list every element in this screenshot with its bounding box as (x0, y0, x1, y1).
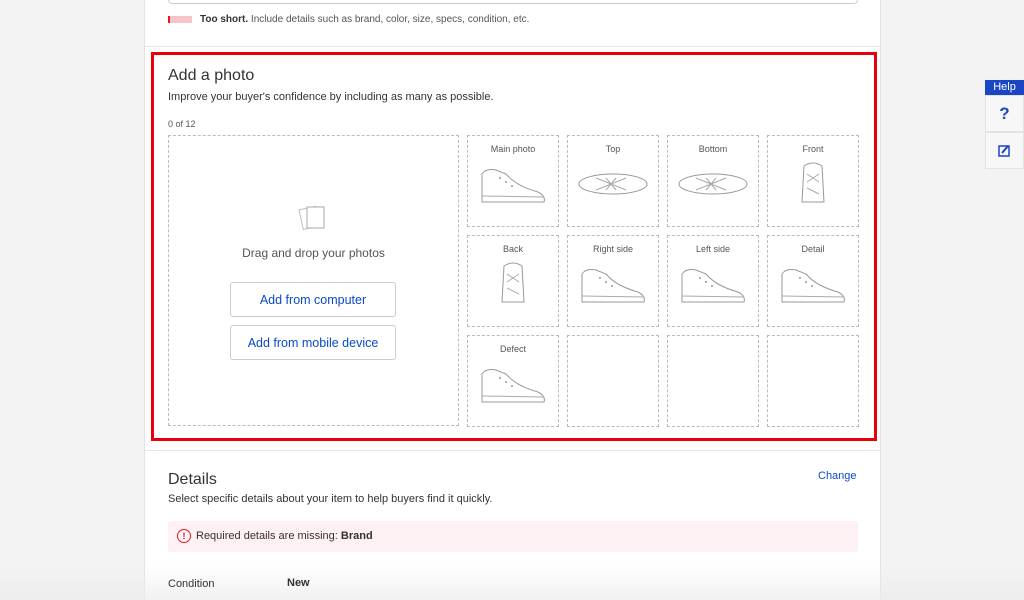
shoe-icon (476, 360, 550, 408)
divider (144, 46, 881, 47)
photo-count: 0 of 12 (168, 119, 196, 129)
photo-slot-label: Bottom (668, 144, 758, 154)
shoe-icon (676, 260, 750, 308)
condition-label: Condition (168, 578, 214, 590)
shoe-icon (676, 160, 750, 208)
drag-drop-text: Drag and drop your photos (168, 246, 459, 260)
photo-section-subtitle: Improve your buyer's confidence by inclu… (168, 91, 494, 103)
bottom-fade (0, 565, 1024, 600)
photo-slot[interactable]: Front (767, 135, 859, 227)
photo-slot-label: Left side (668, 244, 758, 254)
shoe-icon (776, 160, 850, 208)
photo-slot[interactable] (667, 335, 759, 427)
photo-slot[interactable]: Top (567, 135, 659, 227)
shoe-icon (476, 160, 550, 208)
photos-icon (298, 202, 328, 232)
photo-slot[interactable]: Bottom (667, 135, 759, 227)
photo-slot[interactable] (567, 335, 659, 427)
photo-section-title: Add a photo (168, 67, 254, 85)
photo-slot[interactable]: Detail (767, 235, 859, 327)
help-label[interactable]: Help (985, 80, 1024, 95)
photo-slot-label: Back (468, 244, 558, 254)
condition-value[interactable]: New (287, 577, 310, 589)
photo-slot-label: Detail (768, 244, 858, 254)
photo-slot-label: Front (768, 144, 858, 154)
photo-dropzone[interactable] (168, 135, 459, 426)
add-from-mobile-button[interactable]: Add from mobile device (230, 325, 396, 360)
change-link[interactable]: Change (818, 470, 857, 482)
photo-slot-label: Top (568, 144, 658, 154)
alert-icon: ! (177, 529, 191, 543)
details-subtitle: Select specific details about your item … (168, 493, 492, 505)
photo-slot[interactable]: Right side (567, 235, 659, 327)
photo-slot-label: Main photo (468, 144, 558, 154)
feedback-button[interactable] (985, 132, 1024, 169)
shoe-icon (776, 260, 850, 308)
title-input[interactable] (168, 0, 858, 4)
divider (144, 450, 881, 451)
photo-slot[interactable]: Left side (667, 235, 759, 327)
photo-slot[interactable]: Defect (467, 335, 559, 427)
details-title: Details (168, 471, 217, 489)
photo-slot[interactable]: Back (467, 235, 559, 327)
photo-slot-label: Right side (568, 244, 658, 254)
shoe-icon (476, 260, 550, 308)
title-strength-meter (168, 16, 192, 23)
shoe-icon (576, 160, 650, 208)
title-hint: Too short. Include details such as brand… (200, 14, 529, 25)
photo-slot[interactable] (767, 335, 859, 427)
add-from-computer-button[interactable]: Add from computer (230, 282, 396, 317)
shoe-icon (576, 260, 650, 308)
missing-details-alert: ! Required details are missing: Brand (168, 521, 858, 552)
photo-slot-label: Defect (468, 344, 558, 354)
help-panel: Help ? (985, 80, 1024, 169)
edit-note-icon (998, 144, 1011, 157)
help-question-button[interactable]: ? (985, 95, 1024, 132)
photo-slot[interactable]: Main photo (467, 135, 559, 227)
